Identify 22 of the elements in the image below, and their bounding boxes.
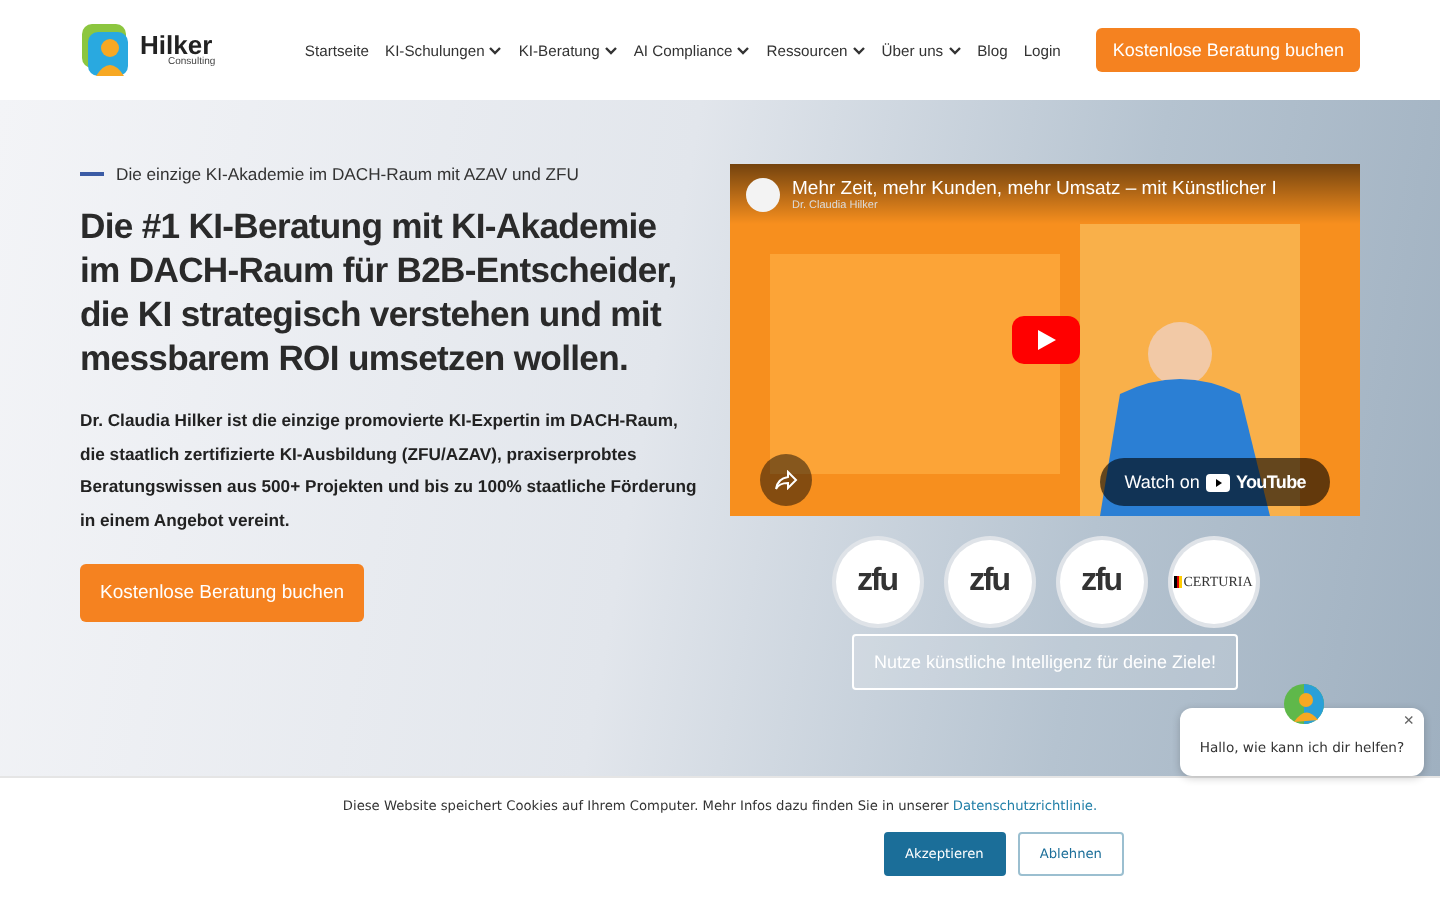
chevron-down-icon	[736, 45, 751, 55]
certification-seal: zfu	[947, 540, 1031, 624]
flag-icon	[1173, 576, 1182, 588]
watch-on-youtube-button[interactable]: Watch on YouTube	[1100, 458, 1330, 506]
share-icon	[774, 470, 798, 490]
hero-intro: Dr. Claudia Hilker ist die einzige promovierte KI-Expertin im DACH-Raum, die staatlich zertifizierte KI-Ausbildung (ZFU/AZAV), praxiserprobtes Beratungswissen aus 500+ Projekten und bis zu 100% staatliche Förderung in einem Angebot vereint.	[80, 408, 699, 534]
certification-seal: zfu	[835, 540, 919, 624]
chevron-down-icon	[488, 45, 503, 55]
hero-headline: Die #1 KI-Beratung mit KI-Akademie im DACH-Raum für B2B-Entscheider, die KI strategisch verstehen und mit messbarem ROI umsetzen wollen.	[80, 204, 679, 380]
play-icon[interactable]	[1011, 316, 1079, 364]
logo-name: Hilker	[140, 32, 213, 58]
certification-seal: zfu	[1059, 540, 1143, 624]
video-thumbnail[interactable]	[730, 164, 1360, 516]
chat-avatar-icon[interactable]	[1284, 684, 1324, 724]
video-title[interactable]: Mehr Zeit, mehr Kunden, mehr Umsatz – mit Künstlicher I	[792, 177, 1277, 199]
eyebrow-text: Die einzige KI-Akademie im DACH-Raum mit AZAV und ZFU	[116, 164, 579, 184]
chevron-down-icon	[603, 45, 618, 55]
dash-rule	[80, 172, 104, 176]
close-button[interactable]: ×	[1403, 712, 1414, 730]
chevron-down-icon	[947, 45, 962, 55]
chevron-down-icon	[851, 45, 866, 55]
share-button[interactable]	[760, 454, 812, 506]
